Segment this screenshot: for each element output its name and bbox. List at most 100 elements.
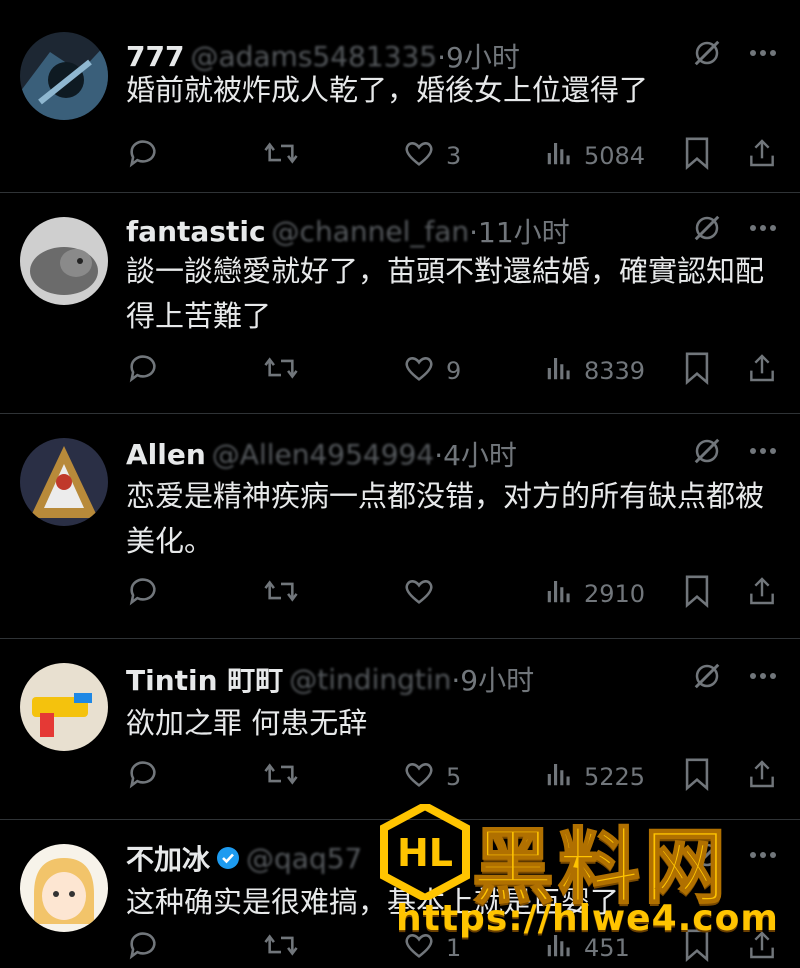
like-icon [402,351,436,391]
reply-icon [126,757,160,797]
action-bar: 5 5225 [126,757,780,797]
tweet-text: 婚前就被炸成人乾了，婚後女上位還得了 [126,73,649,107]
view-count: 2910 [584,580,646,608]
bookmark-icon [682,136,712,176]
share-icon [746,574,778,614]
retweet-button[interactable] [262,136,300,176]
watermark-url: https://hlwe4.com [396,898,779,939]
reply-icon [126,574,160,614]
avatar[interactable] [20,217,108,305]
watermark: HL 黑料网 https://hlwe4.com [380,800,800,968]
tweet[interactable]: Allen @Allen4954994 ·4小时 恋爱是精神疾病一点都没错，对方… [0,413,800,638]
like-button[interactable] [402,574,446,614]
display-name[interactable]: fantastic [126,215,266,248]
user-handle[interactable]: @Allen4954994 [212,438,434,471]
retweet-button[interactable] [262,351,300,391]
grok-icon[interactable] [692,213,722,247]
share-icon [746,136,778,176]
share-button[interactable] [746,351,778,391]
user-handle[interactable]: @channel_fan [272,215,470,248]
tweet[interactable]: 777 @adams5481335 ·9小时 婚前就被炸成人乾了，婚後女上位還得… [0,10,800,192]
share-button[interactable] [746,574,778,614]
views-icon [544,576,574,612]
reply-button[interactable] [126,351,160,391]
user-handle[interactable]: @qaq57 [246,842,362,875]
tweet-text: 談一談戀愛就好了，苗頭不對還結婚，確實認知配得上苦難了 [126,254,765,333]
tweet-text: 欲加之罪 何患无辞 [126,706,368,740]
bookmark-button[interactable] [682,351,712,391]
reply-icon [126,136,160,176]
display-name[interactable]: Tintin 町町 [126,659,283,699]
retweet-icon [262,928,300,968]
tweet-header: Allen @Allen4954994 ·4小时 [126,434,517,474]
bookmark-button[interactable] [682,757,712,797]
share-icon [746,351,778,391]
action-bar: 2910 [126,574,780,614]
tweet[interactable]: fantastic @channel_fan ·11小时 談一談戀愛就好了，苗頭… [0,192,800,413]
tweet-header: Tintin 町町 @tindingtin ·9小时 [126,659,534,699]
avatar[interactable] [20,32,108,120]
grok-icon[interactable] [692,38,722,72]
views-icon [544,353,574,389]
views-icon [544,759,574,795]
share-button[interactable] [746,757,778,797]
retweet-button[interactable] [262,574,300,614]
retweet-button[interactable] [262,928,300,968]
view-count: 5084 [584,142,646,170]
grok-icon[interactable] [692,436,722,470]
view-count: 5225 [584,763,646,791]
more-icon[interactable] [748,661,778,695]
reply-button[interactable] [126,136,160,176]
views-button[interactable]: 2910 [544,574,645,614]
more-icon[interactable] [748,213,778,247]
action-bar: 9 8339 [126,351,780,391]
views-button[interactable]: 5225 [544,757,645,797]
reply-button[interactable] [126,574,160,614]
timestamp[interactable]: ·11小时 [469,211,570,251]
like-count: 5 [446,763,462,791]
like-button[interactable]: 9 [402,351,461,391]
views-button[interactable]: 5084 [544,136,645,176]
reply-button[interactable] [126,928,160,968]
tweet[interactable]: Tintin 町町 @tindingtin ·9小时 欲加之罪 何患无辞 5 5… [0,638,800,819]
timestamp[interactable]: ·9小时 [451,659,534,699]
retweet-icon [262,136,300,176]
like-button[interactable]: 5 [402,757,461,797]
reply-icon [126,928,160,968]
retweet-button[interactable] [262,757,300,797]
like-icon [402,757,436,797]
retweet-icon [262,351,300,391]
like-icon [402,574,436,614]
verified-badge-icon [217,847,240,869]
bookmark-icon [682,351,712,391]
display-name[interactable]: Allen [126,438,206,471]
watermark-logo-text: HL [397,831,453,875]
grok-icon[interactable] [692,661,722,695]
timestamp[interactable]: ·4小时 [434,434,517,474]
bookmark-button[interactable] [682,136,712,176]
tweet-text: 恋爱是精神疾病一点都没错，对方的所有缺点都被美化。 [126,479,765,558]
more-icon[interactable] [748,38,778,72]
share-button[interactable] [746,136,778,176]
like-button[interactable]: 3 [402,136,461,176]
like-count: 9 [446,357,462,385]
action-bar: 3 5084 [126,136,780,176]
tweet-header: 不加冰 @qaq57 [126,838,362,878]
tweet-header: fantastic @channel_fan ·11小时 [126,211,570,251]
avatar[interactable] [20,438,108,526]
views-button[interactable]: 8339 [544,351,645,391]
user-handle[interactable]: @tindingtin [289,663,451,696]
retweet-icon [262,757,300,797]
view-count: 8339 [584,357,646,385]
bookmark-button[interactable] [682,574,712,614]
more-icon[interactable] [748,436,778,470]
avatar[interactable] [20,663,108,751]
like-count: 3 [446,142,462,170]
reply-button[interactable] [126,757,160,797]
watermark-logo-icon: HL [380,804,470,900]
avatar[interactable] [20,844,108,932]
views-icon [544,138,574,174]
retweet-icon [262,574,300,614]
display-name[interactable]: 不加冰 [126,838,210,878]
like-icon [402,136,436,176]
